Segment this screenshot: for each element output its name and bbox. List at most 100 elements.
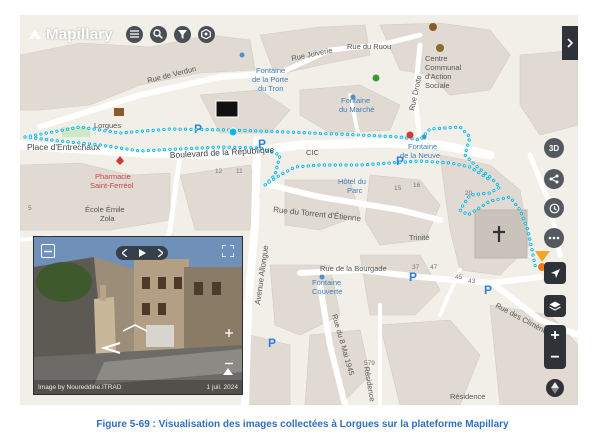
svg-text:P: P [409,270,417,284]
label-fontaine-neuve-1: Fontaine [408,142,437,151]
label-centre-3: d'Action [425,72,451,81]
label-ecole-1: École Émile [85,205,125,214]
layers-settings-button[interactable] [197,25,215,43]
move-forward-arrow-icon[interactable] [122,323,148,333]
credit-author[interactable]: Image by Noureddine.ITRAD [38,384,121,391]
label-rue-ruou: Rue du Ruou [347,42,391,51]
label-fontaine-porte-2: de la Porte [252,75,288,84]
community-icon [436,44,444,52]
label-hotel-parc-1: Hôtel du [338,177,366,186]
pharmacy-poi-icon [406,131,414,139]
locate-icon [550,268,560,278]
zoom-controls: + − [544,325,566,369]
num-11: 11 [236,168,243,175]
map-thumbnail[interactable] [215,100,239,118]
num-47: 47 [430,264,438,271]
sidebar-toggle-button[interactable] [562,26,578,60]
recycling-icon [372,74,380,82]
label-residence-road: Résidence [362,366,377,402]
label-centre-1: Centre [425,54,448,63]
play-icon[interactable] [138,249,146,257]
viewer-compass-icon[interactable] [223,368,233,378]
image-viewer[interactable]: Image by Noureddine.ITRAD 1 juil. 2024 [33,236,243,395]
num-37: 37 [412,264,420,271]
layers-icon [549,301,561,311]
label-fontaine-marche-2: du Marché [339,105,374,114]
label-cic: CIC [306,148,320,157]
top-toolbar: Mapillary [28,23,215,45]
menu-icon [129,30,139,38]
search-icon [153,29,164,39]
expand-icon[interactable] [222,245,234,257]
minimize-viewer-button[interactable] [41,244,55,258]
num-20: 20 [465,190,473,197]
layers-button[interactable] [544,295,566,317]
viewer-zoom-controls [222,329,236,365]
compass-icon [551,382,559,394]
label-pharmacie-1: Pharmacie [95,172,131,181]
label-centre-2: Communal [425,63,462,72]
layers-settings-icon [201,29,212,39]
svg-text:P: P [484,283,492,297]
num-16: 16 [413,182,421,189]
3d-label: 3D [548,143,560,153]
label-fontaine-porte-1: Fontaine [256,66,285,75]
history-button[interactable] [544,198,564,218]
label-ecole-2: Zola [100,214,115,223]
image-credit: Image by Noureddine.ITRAD 1 juil. 2024 [34,380,242,394]
share-icon [549,174,559,184]
viewer-zoom-out-icon[interactable] [225,362,233,365]
more-button[interactable] [544,228,564,248]
zoom-out-button[interactable]: − [544,347,566,369]
app-logo[interactable]: Mapillary [28,26,113,43]
num-15: 15 [394,185,402,192]
map-frame[interactable]: PPP PPPP P Rue du Ruou Rue Juiverie Rue … [20,15,578,405]
num-45: 45 [455,274,463,281]
label-fontaine-marche-1: Fontaine [341,96,370,105]
label-hotel-parc-2: Parc [347,186,363,195]
label-lorgues: Lorgues [94,121,121,130]
zoom-in-button[interactable]: + [544,325,566,347]
history-icon [549,203,559,213]
label-centre-4: Sociale [425,81,450,90]
num-43: 43 [468,278,476,285]
filter-button[interactable] [173,25,191,43]
label-rue-bourgade: Rue de la Bourgade [320,264,387,273]
move-left-arrow-icon[interactable] [100,341,122,355]
3d-toggle-button[interactable]: 3D [544,138,564,158]
label-pharmacie-2: Saint-Ferréol [90,181,134,190]
label-rue-droite: Rue Droite [407,74,423,111]
share-button[interactable] [544,169,564,189]
pharmacy-icon [116,156,124,165]
filter-icon [177,29,187,39]
mapillary-logo-icon [29,29,41,39]
num-579: 579 [364,360,375,367]
label-trinite: Trinité [409,233,430,242]
minimize-icon [44,250,52,252]
label-residence: Résidence [450,392,485,401]
locate-button[interactable] [544,262,566,284]
figure-caption: Figure 5-69 : Visualisation des images c… [96,419,509,430]
church-building [474,209,528,259]
next-image-icon[interactable] [157,249,163,257]
townhall-icon [429,23,437,31]
more-icon [548,236,560,240]
num-5: 5 [28,205,32,212]
prev-image-icon[interactable] [121,249,128,257]
chevron-right-icon [567,38,573,48]
street-photo[interactable] [34,237,242,394]
credit-date: 1 juil. 2024 [206,383,238,391]
menu-button[interactable] [125,25,143,43]
label-fontaine-couverte-2: Couverte [312,287,342,296]
label-fontaine-porte-3: du Tron [258,84,283,93]
label-place-entrechaux: Place d'Entrechaux [27,142,101,152]
label-fontaine-neuve-2: de la Neuve [400,151,440,160]
viewer-zoom-in-icon[interactable] [225,329,233,337]
label-fontaine-couverte-1: Fontaine [312,278,341,287]
svg-text:P: P [268,336,276,350]
app-name: Mapillary [46,25,113,43]
sequence-controls [116,246,168,260]
current-position-dot[interactable] [228,127,238,137]
compass-button[interactable] [546,379,564,397]
search-button[interactable] [149,25,167,43]
